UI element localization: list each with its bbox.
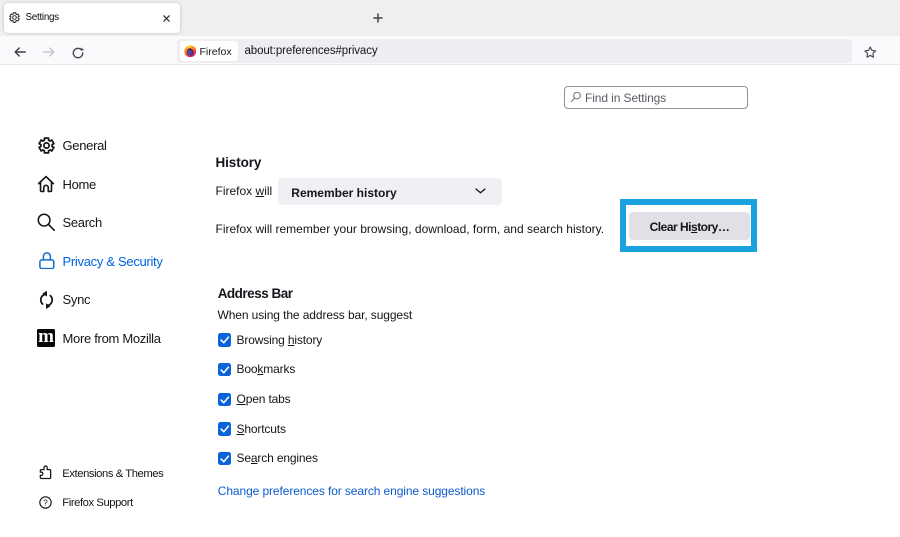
svg-text:?: ? [43,498,48,507]
